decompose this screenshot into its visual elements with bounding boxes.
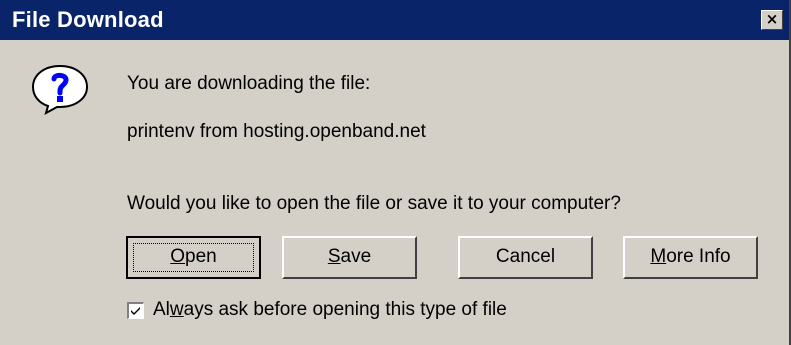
question-icon: [31, 64, 89, 115]
title-bar[interactable]: File Download ×: [0, 0, 789, 40]
save-button[interactable]: Save: [282, 236, 417, 279]
more-info-button[interactable]: More Info: [623, 236, 758, 279]
cancel-button-label: Cancel: [495, 246, 556, 267]
save-button-label: Save: [327, 246, 372, 267]
close-button[interactable]: ×: [761, 10, 783, 30]
open-or-save-prompt: Would you like to open the file or save …: [127, 193, 621, 214]
close-icon: ×: [765, 10, 779, 28]
checkmark-icon: [131, 307, 140, 315]
open-button[interactable]: Open: [126, 236, 261, 279]
file-download-dialog: File Download × You are downloading the …: [0, 0, 791, 345]
focus-rectangle: [133, 243, 254, 272]
file-source-text: printenv from hosting.openband.net: [127, 121, 426, 142]
always-ask-checkbox[interactable]: [127, 302, 144, 319]
always-ask-label[interactable]: Always ask before opening this type of f…: [153, 299, 507, 321]
window-title: File Download: [12, 7, 164, 32]
more-info-button-label: More Info: [650, 246, 731, 267]
download-message: You are downloading the file:: [127, 73, 371, 94]
cancel-button[interactable]: Cancel: [458, 236, 593, 279]
